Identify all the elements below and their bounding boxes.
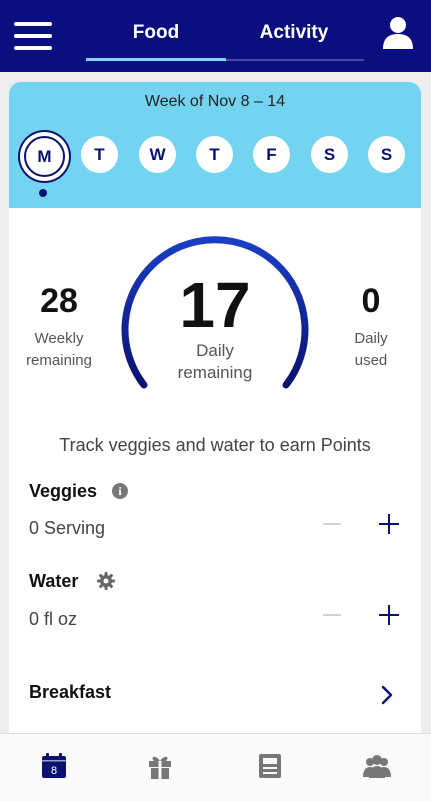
water-title: Water [29, 571, 79, 591]
veggies-increment-button[interactable] [379, 514, 399, 534]
chevron-right-icon[interactable] [380, 685, 394, 705]
user-icon[interactable] [380, 14, 416, 50]
day-wednesday[interactable]: W [139, 136, 176, 173]
breakfast-title[interactable]: Breakfast [29, 682, 111, 703]
daily-used-label: Daily used [354, 330, 388, 369]
tab-active-indicator [86, 58, 226, 61]
top-bar: Food Activity [0, 0, 431, 72]
nav-rewards[interactable] [145, 751, 175, 781]
daily-used-value: 0 [361, 282, 381, 320]
weekly-remaining-label: Weekly remaining [26, 330, 92, 369]
water-increment-button[interactable] [379, 605, 399, 625]
water-value: 0 fl oz [29, 609, 78, 629]
water-decrement-button[interactable] [323, 614, 341, 616]
nav-calendar[interactable]: 8 [39, 751, 69, 781]
veggies-decrement-button[interactable] [323, 523, 341, 525]
day-thursday[interactable]: T [196, 136, 233, 173]
calendar-icon: 8 [42, 753, 66, 778]
day-friday[interactable]: F [253, 136, 290, 173]
day-saturday[interactable]: S [311, 136, 348, 173]
journal-icon [259, 754, 281, 778]
veggies-title: Veggies [29, 481, 98, 501]
weekly-remaining-value: 28 [40, 282, 78, 320]
daily-remaining-label: Daily remaining [177, 341, 253, 382]
bottom-navigation: 8 [0, 733, 431, 801]
daily-points-card: Week of Nov 8 – 14 M T W T F S S 28 Week… [9, 82, 421, 742]
selected-day-dot [39, 189, 47, 197]
tab-food[interactable]: Food [86, 22, 226, 44]
nav-journal[interactable] [255, 751, 285, 781]
community-icon [363, 755, 391, 778]
gear-icon[interactable] [96, 571, 116, 591]
svg-text:8: 8 [51, 765, 57, 777]
week-label: Week of Nov 8 – 14 [144, 93, 286, 110]
day-tuesday[interactable]: T [81, 136, 118, 173]
earn-points-hint: Track veggies and water to earn Points [59, 435, 371, 455]
day-sunday[interactable]: S [368, 136, 405, 173]
week-selector: Week of Nov 8 – 14 M T W T F S S [9, 82, 421, 208]
gift-icon [149, 756, 171, 779]
hamburger-menu-icon[interactable] [14, 22, 52, 50]
day-monday[interactable]: M [24, 136, 65, 177]
tab-activity[interactable]: Activity [224, 22, 364, 44]
veggies-value: 0 Serving [29, 518, 106, 538]
info-icon[interactable]: i [112, 483, 128, 499]
daily-remaining-value: 17 [179, 269, 251, 341]
nav-community[interactable] [362, 751, 392, 781]
